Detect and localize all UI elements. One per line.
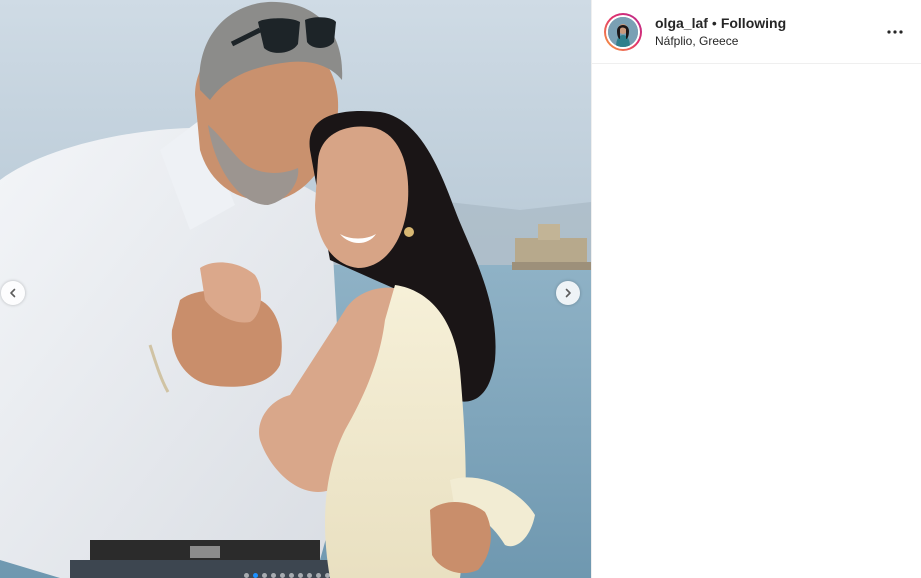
previous-slide-button[interactable]: [1, 281, 25, 305]
carousel-indicator: [244, 572, 330, 578]
post-photo: [0, 0, 591, 578]
carousel-dot: [289, 572, 294, 578]
next-slide-button[interactable]: [556, 281, 580, 305]
avatar-image: [608, 16, 638, 47]
carousel-dot-active: [253, 572, 258, 578]
carousel-dot: [307, 572, 312, 578]
post-side-panel: olga_laf • Following Náfplio, Greece: [591, 0, 921, 578]
username-link[interactable]: olga_laf: [655, 15, 708, 31]
post-author-info: olga_laf • Following Náfplio, Greece: [655, 15, 786, 49]
following-button[interactable]: Following: [721, 15, 786, 31]
more-options-button[interactable]: [883, 20, 907, 44]
separator-dot: •: [711, 14, 717, 31]
post-media[interactable]: [0, 0, 591, 578]
carousel-dot: [244, 572, 249, 578]
story-ring[interactable]: [604, 12, 642, 51]
carousel-dot: [298, 572, 303, 578]
chevron-left-icon: [10, 288, 16, 298]
avatar[interactable]: [608, 16, 638, 47]
post-header: olga_laf • Following Náfplio, Greece: [592, 0, 921, 64]
location-link[interactable]: Náfplio, Greece: [655, 33, 786, 49]
carousel-dot: [316, 572, 321, 578]
more-options-icon: [887, 29, 903, 34]
carousel-dot: [325, 572, 330, 578]
chevron-right-icon: [565, 288, 571, 298]
carousel-dot: [262, 572, 267, 578]
carousel-dot: [280, 572, 285, 578]
post-view: olga_laf • Following Náfplio, Greece: [0, 0, 921, 578]
carousel-dot: [271, 572, 276, 578]
